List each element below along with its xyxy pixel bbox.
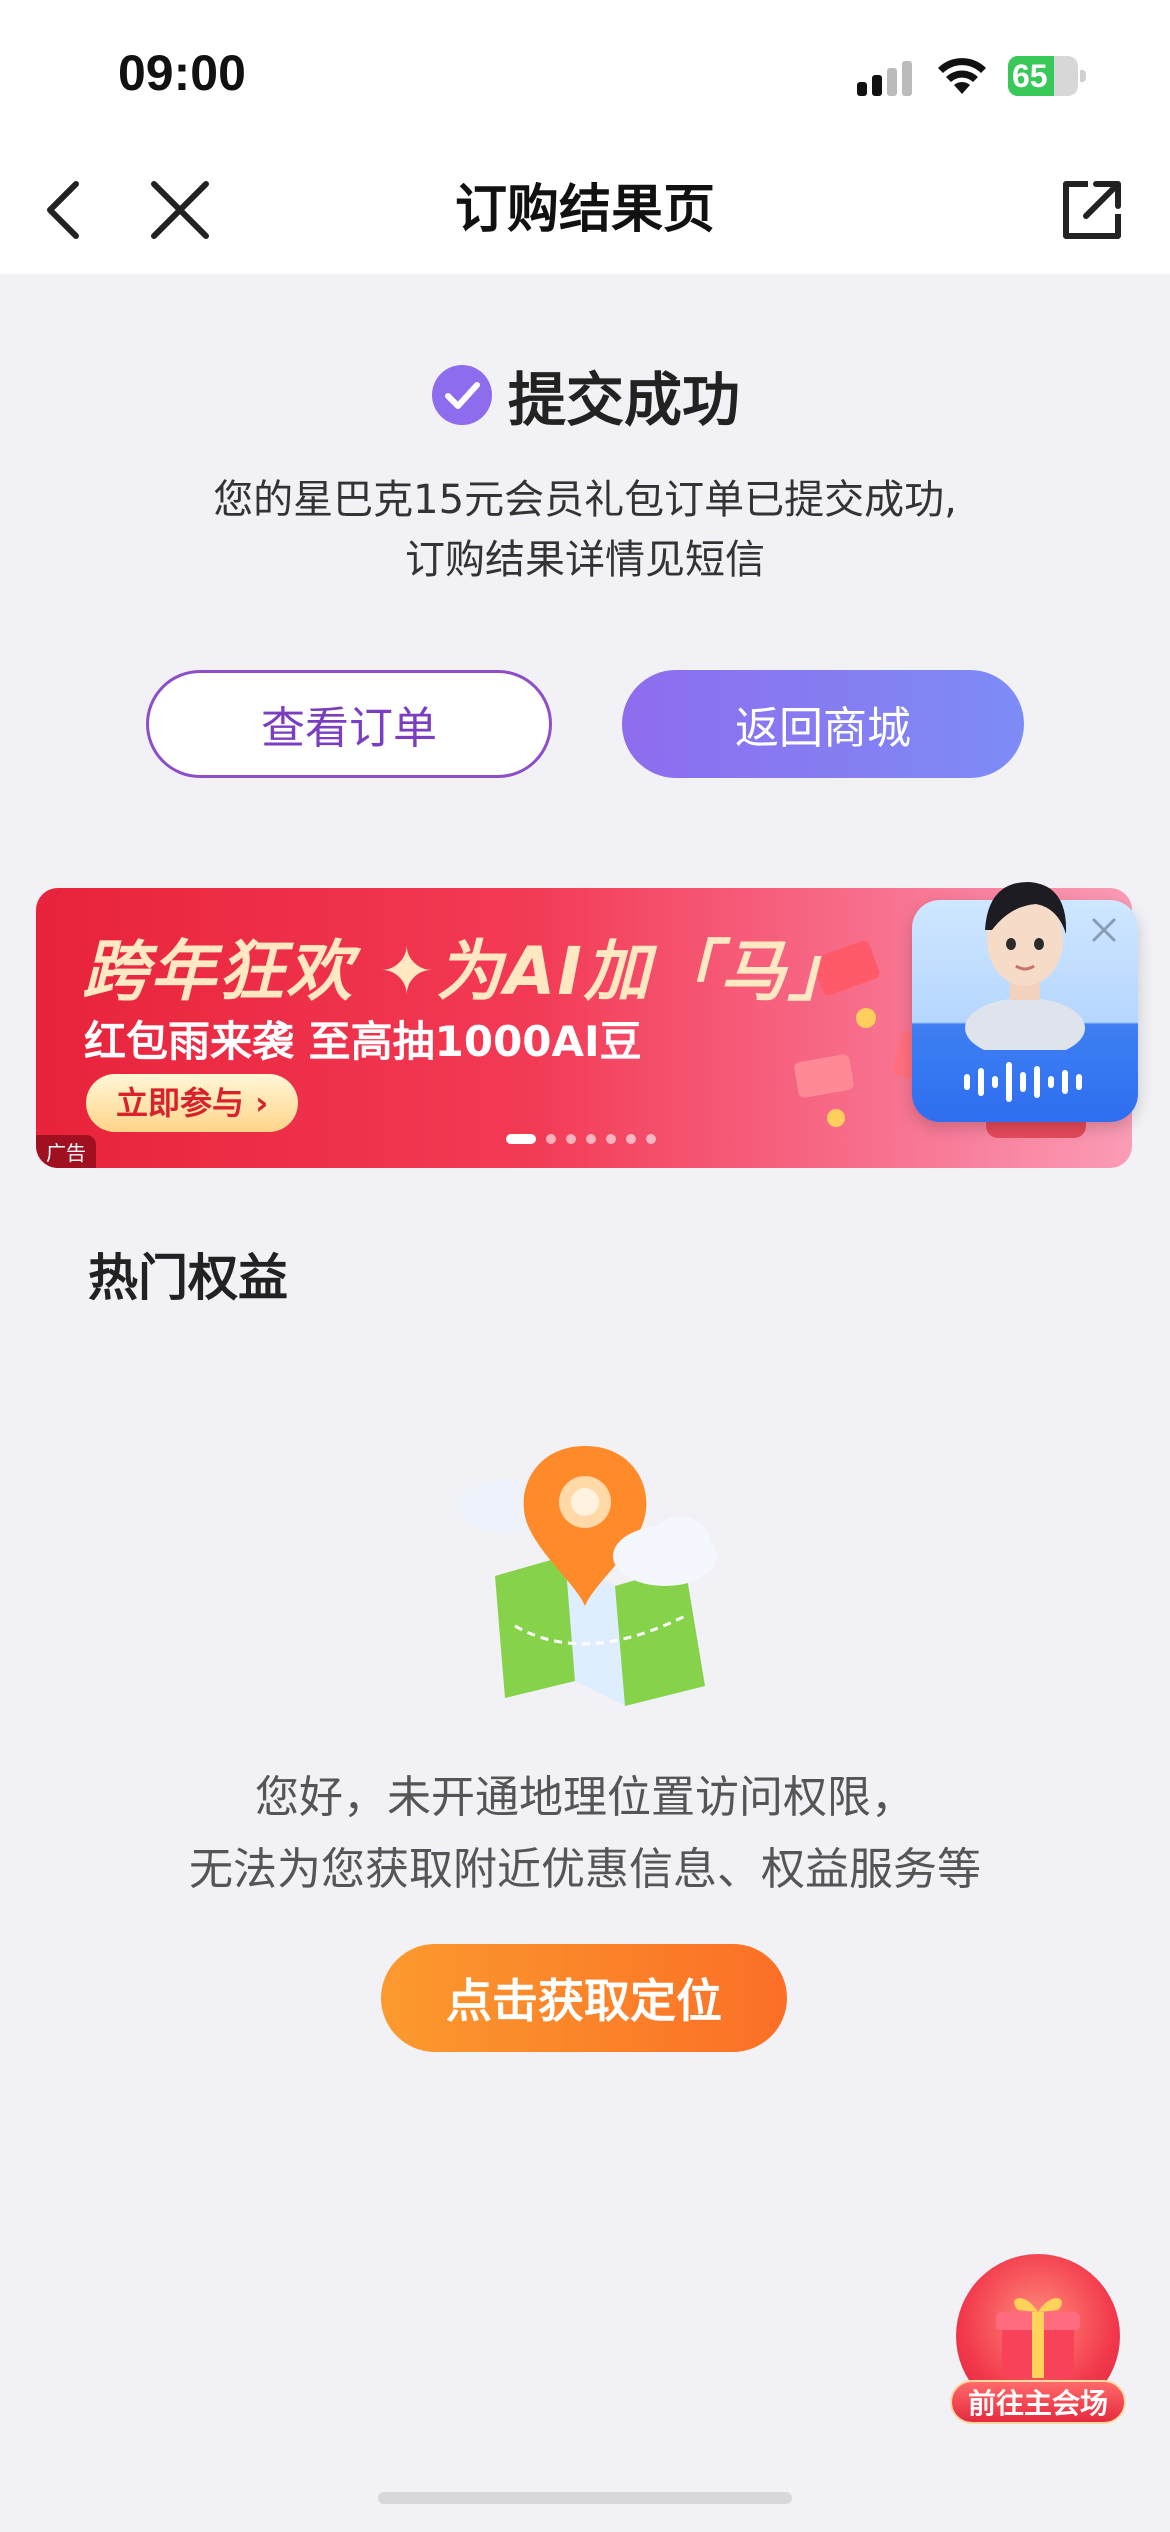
battery-indicator: 65 xyxy=(1008,56,1086,96)
status-time: 09:00 xyxy=(118,45,246,101)
status-bar: 09:00 65 xyxy=(0,0,1170,150)
carousel-dot xyxy=(606,1134,616,1144)
location-message-line: 无法为您获取附近优惠信息、权益服务等 xyxy=(189,1844,981,1895)
page-title: 订购结果页 xyxy=(454,180,715,240)
assistant-avatar xyxy=(965,882,1085,1050)
success-description-line: 您的星巴克15元会员礼包订单已提交成功, xyxy=(213,477,957,523)
home-indicator[interactable] xyxy=(378,2492,792,2504)
view-order-button[interactable]: 查看订单 xyxy=(146,670,552,778)
share-icon[interactable] xyxy=(1052,170,1132,250)
carousel-dot xyxy=(626,1134,636,1144)
map-location-illustration xyxy=(457,1446,717,1706)
return-store-button[interactable]: 返回商城 xyxy=(622,670,1024,778)
cellular-signal-icon xyxy=(857,61,912,96)
nav-bar: 订购结果页 xyxy=(0,150,1170,274)
success-description-line: 订购结果详情见短信 xyxy=(405,537,765,583)
carousel-dot xyxy=(546,1134,556,1144)
location-permission-message: 您好，未开通地理位置访问权限， 无法为您获取附近优惠信息、权益服务等 xyxy=(60,1762,1110,1906)
gift-box-icon xyxy=(996,2298,1080,2378)
carousel-dot xyxy=(586,1134,596,1144)
wifi-icon xyxy=(938,58,986,94)
get-location-button[interactable]: 点击获取定位 xyxy=(381,1944,787,2052)
success-title: 提交成功 xyxy=(507,366,740,434)
section-title: 热门权益 xyxy=(88,1249,288,1307)
success-description: 您的星巴克15元会员礼包订单已提交成功, 订购结果详情见短信 xyxy=(100,470,1070,590)
carousel-indicator xyxy=(506,1134,656,1144)
carousel-dot xyxy=(646,1134,656,1144)
main-venue-float-button[interactable]: 前往主会场 xyxy=(950,2254,1126,2430)
banner-subtitle: 红包雨来袭 至高抽1000AI豆 xyxy=(84,1017,642,1066)
ai-assistant-widget[interactable] xyxy=(912,860,1138,1122)
venue-label: 前往主会场 xyxy=(950,2380,1126,2424)
location-message-line: 您好，未开通地理位置访问权限， xyxy=(255,1772,915,1823)
check-circle-icon xyxy=(431,365,492,425)
carousel-dot xyxy=(566,1134,576,1144)
battery-percent: 65 xyxy=(1012,58,1048,94)
join-now-button[interactable]: 立即参与 › xyxy=(86,1074,299,1132)
close-icon[interactable] xyxy=(1088,914,1120,946)
voice-wave-icon xyxy=(964,1062,1082,1102)
carousel-dot xyxy=(506,1134,536,1144)
success-header: 提交成功 xyxy=(0,352,1170,438)
ad-tag: 广告 xyxy=(36,1135,96,1168)
banner-headline: 跨年狂欢 ✦为AI加「马」 xyxy=(82,933,856,1010)
